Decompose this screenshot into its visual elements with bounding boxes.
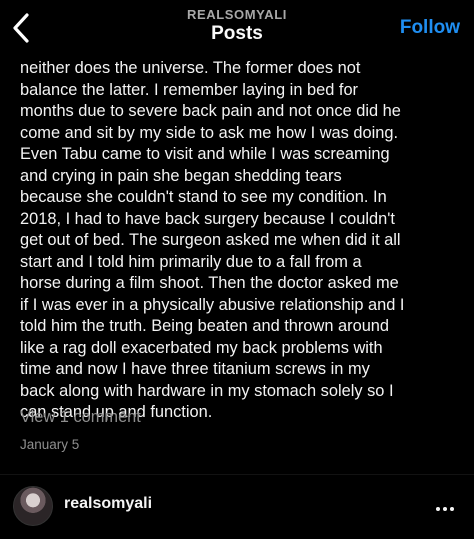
post-date: January 5 — [20, 437, 80, 452]
author-row: realsomyali — [0, 482, 474, 532]
more-options-icon[interactable] — [436, 498, 460, 514]
divider — [0, 474, 474, 475]
post-caption: neither does the universe. The former do… — [20, 59, 405, 421]
top-bar: REALSOMYALI Posts Follow — [0, 0, 474, 56]
follow-button[interactable]: Follow — [400, 17, 460, 39]
avatar[interactable] — [13, 486, 53, 526]
author-username[interactable]: realsomyali — [64, 495, 152, 513]
view-comments-link[interactable]: View 1 comment — [20, 408, 141, 427]
